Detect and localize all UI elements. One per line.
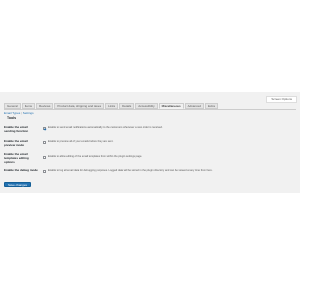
setting-label: Enable the email sending function [4, 125, 29, 133]
save-changes-button[interactable]: Save changes [4, 182, 31, 187]
setting-checkbox[interactable] [43, 169, 46, 173]
screen-options-button[interactable]: Screen Options [266, 96, 297, 103]
setting-checkbox[interactable] [43, 155, 46, 159]
subnav-settings-link[interactable]: Settings [23, 111, 34, 115]
setting-label: Enable the email templates editing optio… [4, 152, 29, 164]
setting-description: Enable to allow editing of the email tem… [48, 155, 143, 158]
setting-description: Enable to send email notifications autom… [48, 126, 163, 129]
setting-label: Enable the email preview mode [4, 139, 28, 147]
setting-checkbox[interactable] [43, 126, 46, 130]
setting-label: Enable the debug mode [4, 168, 38, 172]
setting-description: Enable to preview all of your emails bef… [48, 140, 114, 143]
subnav: Email Types | Settings [4, 111, 34, 115]
setting-description: Enable to log all email data for debuggi… [48, 169, 213, 172]
subnav-email-types-link[interactable]: Email Types [4, 111, 20, 115]
tabs-divider [4, 109, 296, 110]
setting-checkbox[interactable] [43, 140, 46, 144]
section-title: Tools [7, 116, 17, 120]
